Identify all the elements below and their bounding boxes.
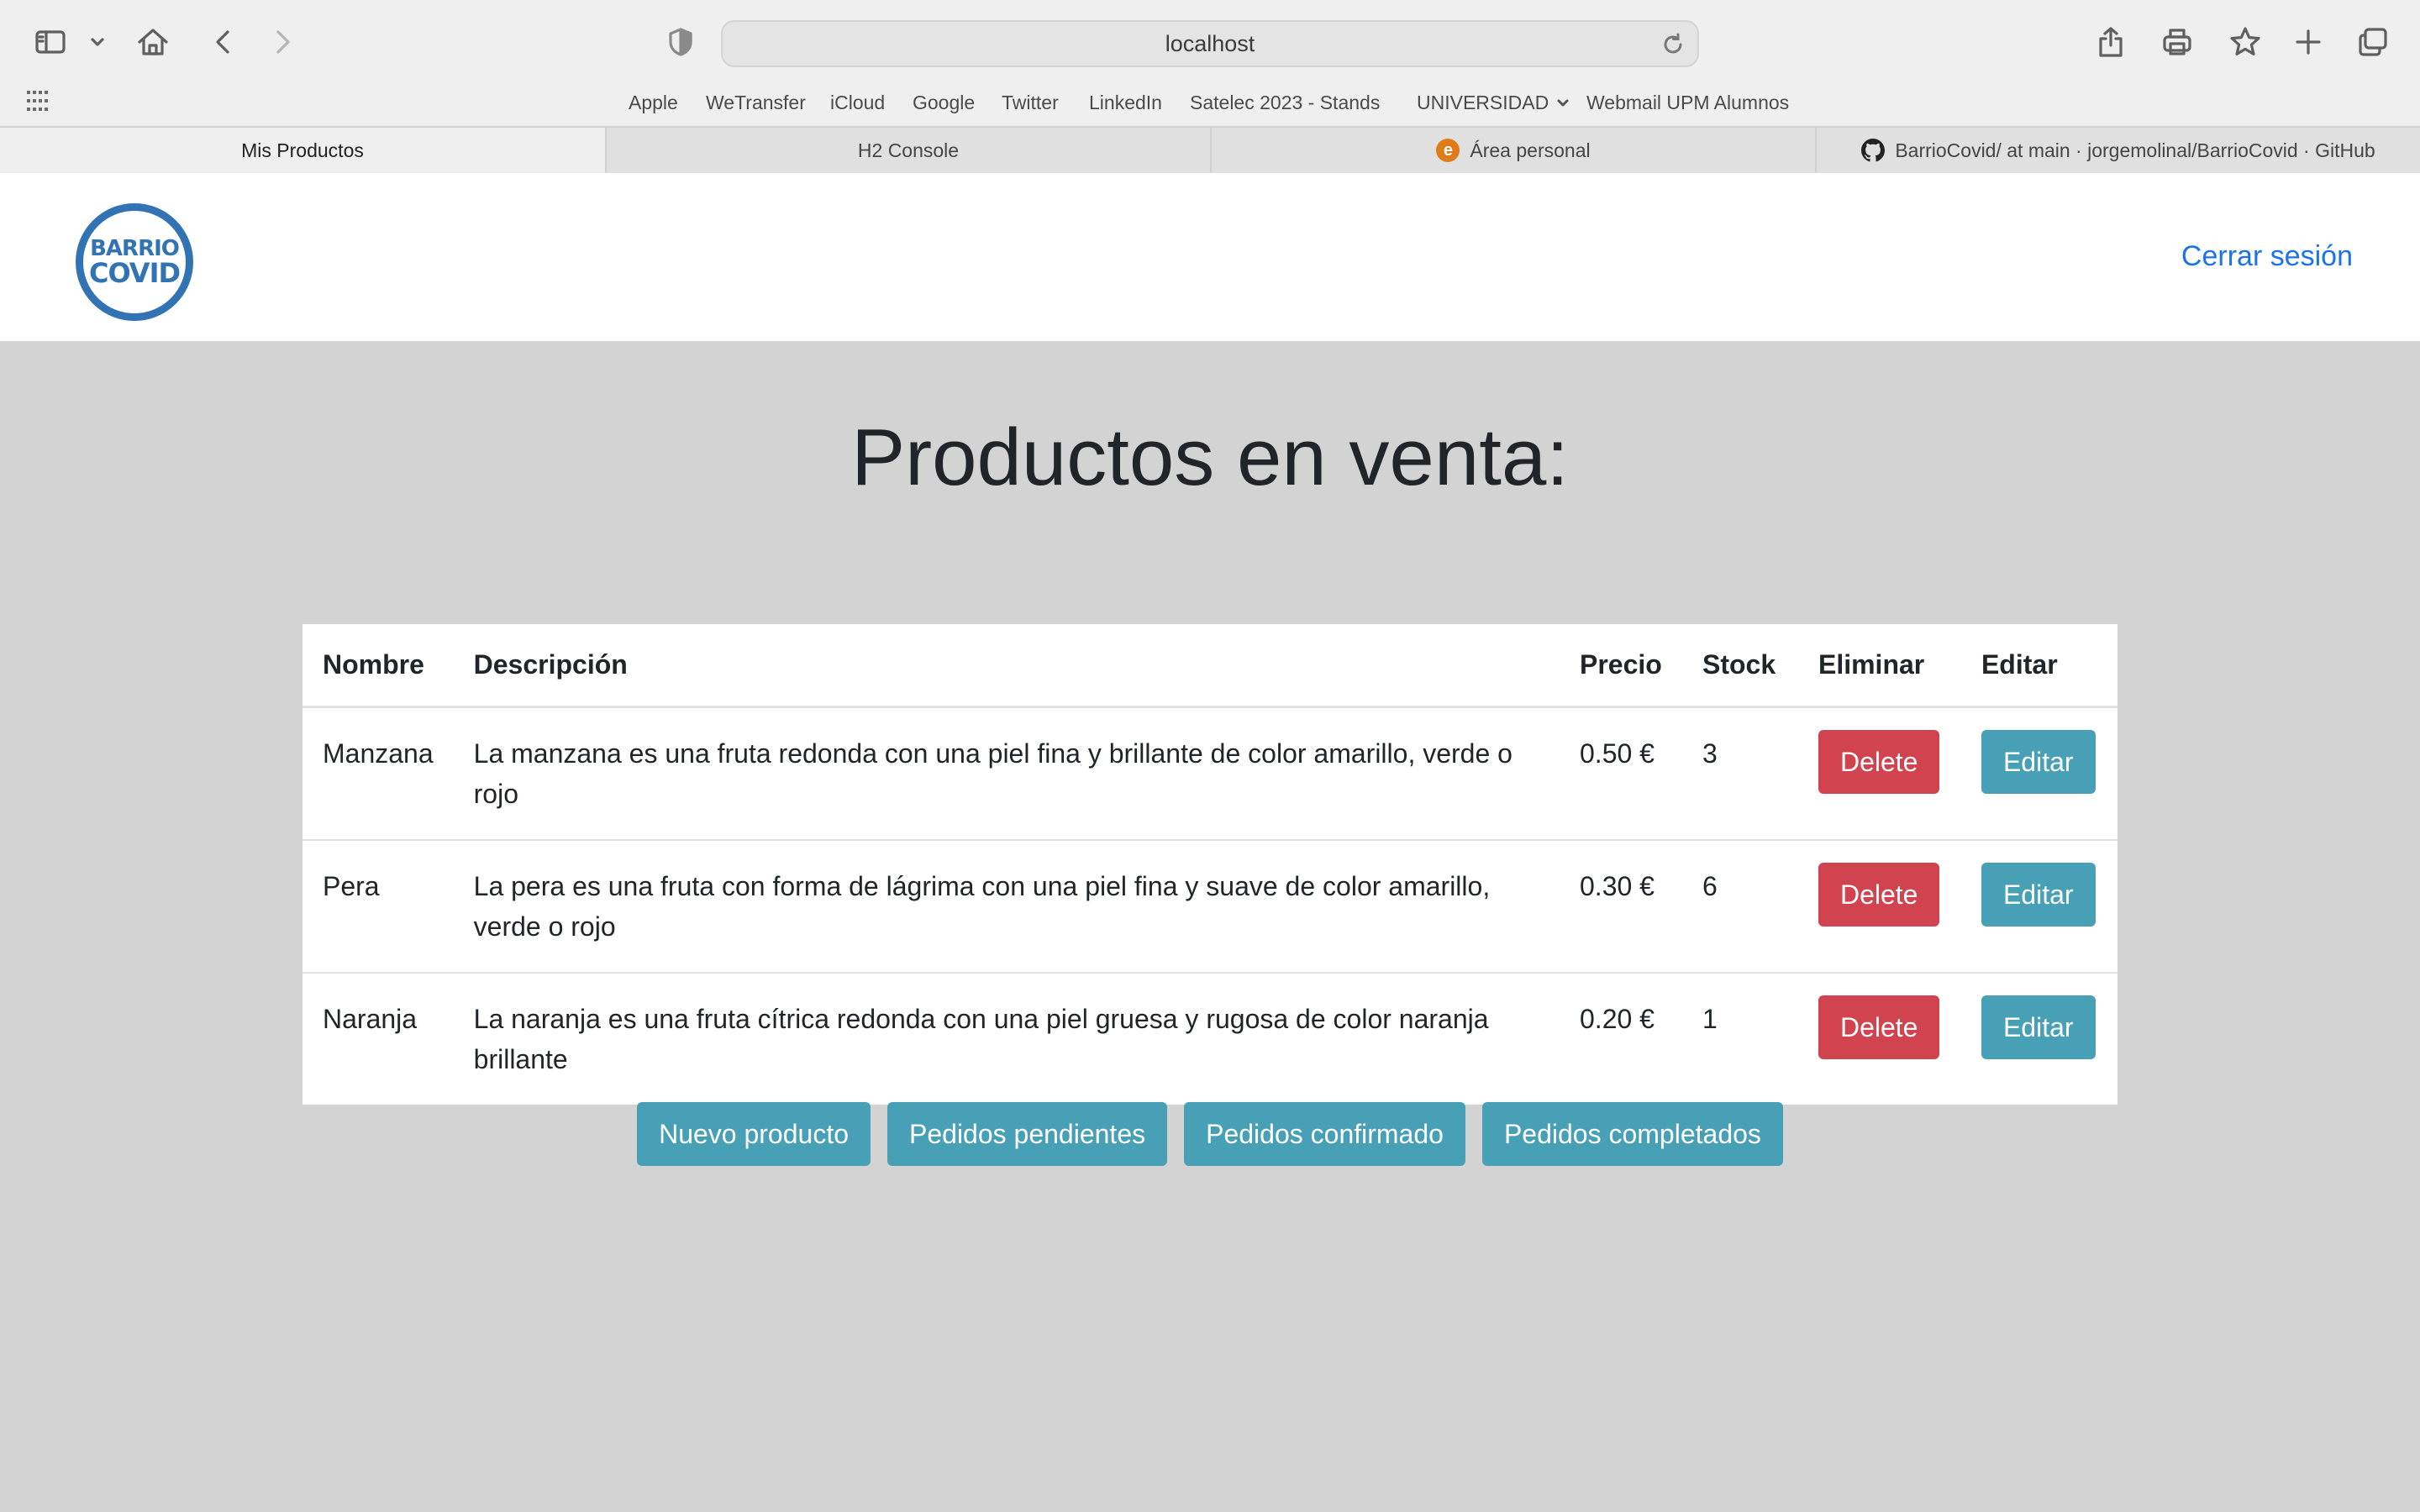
logo-line-2: COVID [88, 257, 181, 289]
column-header-nombre: Nombre [302, 624, 454, 708]
edit-cell: Editar [1960, 706, 2118, 841]
tab-label: H2 Console [857, 139, 960, 161]
delete-cell: Delete [1797, 840, 1961, 974]
bookmark-linkedin[interactable]: LinkedIn [1089, 87, 1162, 118]
edit-cell: Editar [1961, 973, 2118, 1105]
tab-mis-productos[interactable]: Mis Productos [0, 128, 605, 173]
browser-toolbar: localhost [0, 0, 2420, 86]
delete-button[interactable]: Delete [1818, 730, 1940, 794]
address-bar[interactable]: localhost [721, 20, 1699, 67]
back-icon[interactable] [200, 18, 247, 66]
delete-cell: Delete [1797, 706, 1961, 841]
new-product-button[interactable]: Nuevo producto [637, 1102, 871, 1166]
tab-area-personal[interactable]: e Área personal [1210, 128, 1815, 173]
reload-icon[interactable] [1660, 32, 1686, 57]
tab-h2-console[interactable]: H2 Console [605, 128, 1210, 173]
bookmark-folder-universidad[interactable]: UNIVERSIDAD [1417, 87, 1570, 118]
delete-button[interactable]: Delete [1818, 863, 1940, 927]
share-icon[interactable] [2087, 18, 2134, 66]
confirmed-orders-button[interactable]: Pedidos confirmado [1184, 1102, 1465, 1166]
table-row: Manzana La manzana es una fruta redonda … [302, 706, 2118, 841]
home-icon[interactable] [129, 18, 176, 66]
bookmark-icloud[interactable]: iCloud [830, 87, 885, 118]
table-row: Pera La pera es una fruta con forma de l… [302, 840, 2118, 974]
bookmark-folder-label: UNIVERSIDAD [1417, 92, 1549, 113]
product-price: 0.30 € [1560, 840, 1682, 974]
product-stock: 1 [1702, 1004, 1718, 1034]
bookmark-star-icon[interactable] [2222, 18, 2269, 66]
sidebar-toggle-icon[interactable] [27, 18, 74, 66]
edit-cell: Editar [1960, 840, 2118, 974]
products-table: Nombre Descripción Precio Stock Eliminar… [302, 624, 2118, 1105]
bookmark-wetransfer[interactable]: WeTransfer [706, 87, 806, 118]
action-buttons: Nuevo producto Pedidos pendientes Pedido… [0, 1102, 2420, 1166]
tab-label: Área personal [1470, 139, 1591, 161]
site-header: BARRIO COVID Cerrar sesión [0, 173, 2420, 341]
moodle-favicon-icon: e [1436, 139, 1460, 162]
column-header-editar: Editar [1960, 624, 2118, 708]
completed-orders-button[interactable]: Pedidos completados [1481, 1102, 1783, 1166]
column-header-precio: Precio [1560, 624, 1682, 708]
url-text: localhost [1165, 30, 1255, 56]
tab-overview-icon[interactable] [2349, 18, 2396, 66]
chevron-down-icon [1555, 89, 1570, 119]
table-header-row: Nombre Descripción Precio Stock Eliminar… [302, 624, 2118, 708]
edit-button[interactable]: Editar [1981, 863, 2096, 927]
column-header-stock: Stock [1681, 624, 1798, 708]
privacy-shield-icon[interactable] [657, 18, 704, 66]
github-favicon-icon [1861, 139, 1886, 162]
delete-button[interactable]: Delete [1818, 995, 1940, 1059]
bookmarks-bar: Apple WeTransfer iCloud Google Twitter L… [0, 86, 2420, 128]
tab-label: Mis Productos [241, 139, 364, 161]
bookmark-satelec[interactable]: Satelec 2023 - Stands [1190, 87, 1380, 118]
logout-link[interactable]: Cerrar sesión [2181, 240, 2353, 273]
pending-orders-button[interactable]: Pedidos pendientes [887, 1102, 1168, 1166]
tab-github[interactable]: BarrioCovid/ at main · jorgemolinal/Barr… [1815, 128, 2420, 173]
barriocovid-logo[interactable]: BARRIO COVID [76, 203, 193, 321]
table-row: Naranja La naranja es una fruta cítrica … [302, 973, 2118, 1105]
product-description: La naranja es una fruta cítrica redonda … [473, 1004, 1489, 1074]
product-stock: 6 [1681, 840, 1798, 974]
browser-chrome: localhost Apple WeTransfer iCloud Google… [0, 0, 2420, 173]
print-icon[interactable] [2154, 18, 2201, 66]
forward-icon[interactable] [259, 18, 306, 66]
product-price: 0.20 € [1580, 1004, 1655, 1034]
product-name: Manzana [302, 706, 454, 841]
bookmark-apple[interactable]: Apple [629, 87, 678, 118]
edit-button[interactable]: Editar [1981, 995, 2096, 1059]
bookmark-twitter[interactable]: Twitter [1002, 87, 1059, 118]
bookmark-webmail-upm[interactable]: Webmail UPM Alumnos [1586, 87, 1789, 118]
product-stock: 3 [1681, 706, 1798, 841]
bookmark-google[interactable]: Google [913, 87, 975, 118]
product-price: 0.50 € [1560, 706, 1682, 841]
tab-label: BarrioCovid/ at main · jorgemolinal/Barr… [1895, 139, 2375, 161]
sidebar-menu-chevron-icon[interactable] [74, 18, 121, 66]
product-name: Naranja [323, 1004, 418, 1034]
delete-cell: Delete [1798, 973, 1961, 1105]
column-header-descripcion: Descripción [453, 624, 1560, 708]
page-title: Productos en venta: [851, 412, 1569, 502]
product-description: La pera es una fruta con forma de lágrim… [453, 840, 1560, 974]
new-tab-icon[interactable] [2285, 18, 2332, 66]
product-name: Pera [302, 840, 454, 974]
product-description: La manzana es una fruta redonda con una … [453, 706, 1560, 841]
tab-bar: Mis Productos H2 Console e Área personal… [0, 126, 2420, 173]
edit-button[interactable]: Editar [1981, 730, 2096, 794]
column-header-eliminar: Eliminar [1797, 624, 1961, 708]
